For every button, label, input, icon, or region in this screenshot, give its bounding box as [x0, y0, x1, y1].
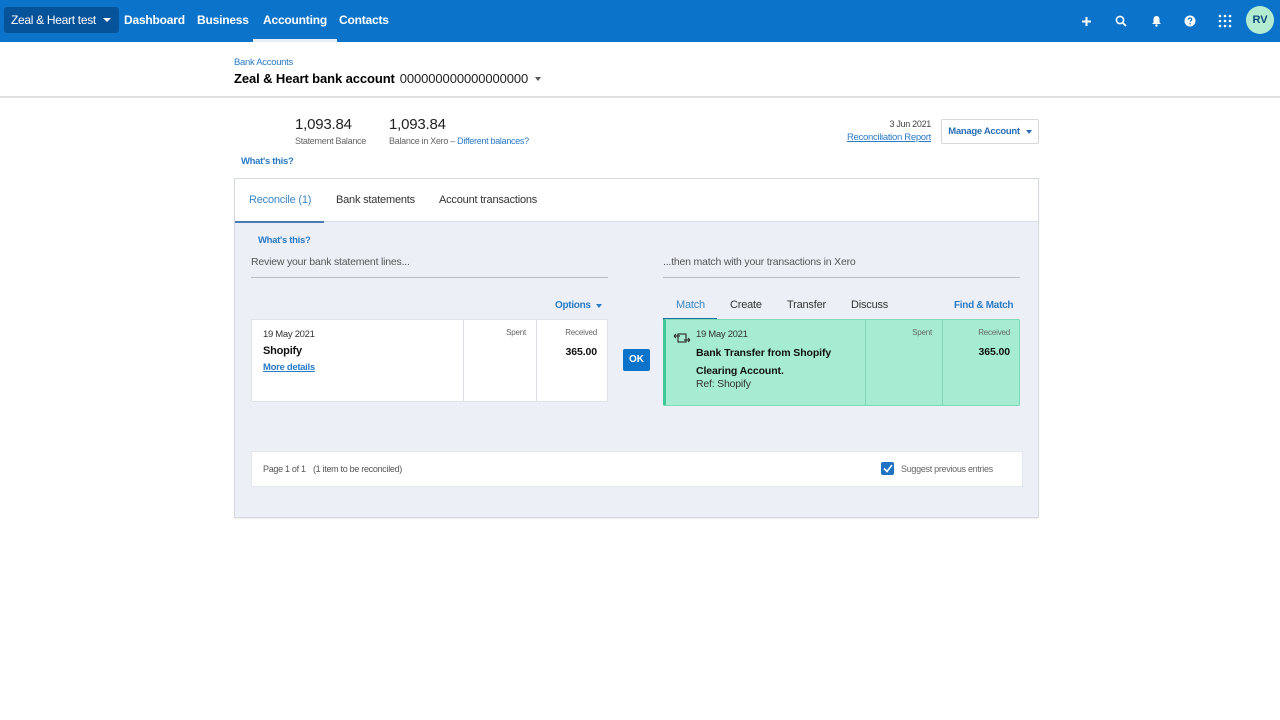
account-selector[interactable]: Zeal & Heart bank account 00000000000000… [234, 71, 542, 86]
bell-icon[interactable] [1146, 11, 1166, 31]
breadcrumb-bank-accounts[interactable]: Bank Accounts [234, 57, 293, 68]
spent-label: Spent [506, 328, 526, 337]
user-avatar[interactable]: RV [1246, 6, 1274, 34]
help-icon[interactable] [1180, 11, 1200, 31]
tab-account-transactions[interactable]: Account transactions [439, 179, 537, 222]
xero-balance-value: 1,093.84 [389, 116, 446, 133]
reconcile-panel: Reconcile (1) Bank statements Account tr… [234, 178, 1039, 518]
matched-transaction-description: Bank Transfer from Shopify Clearing Acco… [696, 347, 832, 377]
suggest-label: Suggest previous entries [901, 463, 993, 474]
matched-transaction-details: 19 May 2021 Bank Transfer from Shopify C… [666, 320, 866, 405]
statement-line-details: 19 May 2021 Shopify More details [252, 320, 464, 401]
statement-line-payee: Shopify [263, 345, 302, 357]
divider [251, 277, 608, 278]
statement-line-date: 19 May 2021 [263, 329, 315, 340]
matched-transaction-spent: Spent [866, 320, 943, 405]
checkmark-icon [882, 464, 893, 473]
received-label: Received [565, 328, 597, 337]
tab-create[interactable]: Create [730, 299, 762, 311]
divider [663, 277, 1020, 278]
xero-balance: 1,093.84 Balance in Xero – Different bal… [389, 116, 529, 146]
statement-balance-label: Statement Balance [295, 136, 366, 146]
tab-transfer[interactable]: Transfer [787, 299, 826, 311]
tab-match[interactable]: Match [676, 299, 705, 311]
matched-transaction-date: 19 May 2021 [696, 329, 748, 340]
review-heading: Review your bank statement lines... [251, 256, 410, 268]
statement-line-spent: Spent [464, 320, 537, 401]
whats-this-link[interactable]: What's this? [241, 156, 294, 167]
pagination-footer: Page 1 of 1 (1 item to be reconciled) Su… [251, 451, 1023, 487]
nav-contacts[interactable]: Contacts [339, 0, 389, 42]
top-nav-bar: Zeal & Heart test Dashboard Business Acc… [0, 0, 1280, 42]
org-switcher[interactable]: Zeal & Heart test [4, 7, 119, 33]
chevron-down-icon [1025, 129, 1032, 134]
options-label: Options [555, 300, 591, 311]
nav-dashboard[interactable]: Dashboard [124, 0, 185, 42]
find-and-match-link[interactable]: Find & Match [954, 300, 1013, 311]
search-icon[interactable] [1111, 11, 1131, 31]
matched-transaction-ref: Ref: Shopify [696, 378, 751, 390]
matched-transaction-received: Received 365.00 [943, 320, 1020, 405]
plus-icon[interactable] [1076, 11, 1096, 31]
suggest-checkbox[interactable] [881, 462, 894, 475]
different-balances-link[interactable]: Different balances? [457, 136, 529, 146]
statement-line-received: Received 365.00 [537, 320, 607, 401]
nav-business[interactable]: Business [197, 0, 249, 42]
account-name: Zeal & Heart bank account [234, 71, 395, 86]
more-details-link[interactable]: More details [263, 362, 315, 373]
apps-grid-icon[interactable] [1215, 11, 1235, 31]
manage-account-button[interactable]: Manage Account [941, 119, 1039, 144]
items-to-reconcile: (1 item to be reconciled) [312, 464, 402, 474]
account-number: 000000000000000000 [399, 71, 529, 86]
xero-balance-label-row: Balance in Xero – Different balances? [389, 136, 529, 146]
page-info: Page 1 of 1 (1 item to be reconciled) [263, 464, 402, 474]
received-value: 365.00 [978, 346, 1010, 358]
ok-button[interactable]: OK [623, 349, 650, 371]
transfer-icon [673, 333, 691, 343]
options-dropdown[interactable]: Options [555, 300, 602, 311]
chevron-down-icon [595, 303, 602, 308]
page-number: Page 1 of 1 [263, 464, 306, 474]
chevron-down-icon [535, 76, 542, 81]
xero-balance-label: Balance in Xero [389, 136, 449, 146]
account-tabs: Reconcile (1) Bank statements Account tr… [234, 179, 1038, 223]
received-label: Received [978, 328, 1010, 337]
whats-this-reconcile-link[interactable]: What's this? [258, 235, 311, 246]
tab-reconcile[interactable]: Reconcile (1) [234, 179, 325, 223]
match-heading: ...then match with your transactions in … [663, 256, 856, 268]
account-header [0, 42, 1280, 98]
statement-line-card[interactable]: 19 May 2021 Shopify More details Spent R… [251, 319, 608, 402]
tab-bank-statements[interactable]: Bank statements [336, 179, 415, 222]
reconciliation-date: 3 Jun 2021 [889, 119, 931, 129]
suggest-previous-entries[interactable]: Suggest previous entries [881, 462, 993, 475]
separator: – [448, 136, 458, 146]
statement-balance: 1,093.84 Statement Balance [295, 116, 366, 146]
reconciliation-report-link[interactable]: Reconciliation Report [847, 132, 931, 143]
matched-transaction-card[interactable]: 19 May 2021 Bank Transfer from Shopify C… [663, 319, 1020, 406]
tab-discuss[interactable]: Discuss [851, 299, 888, 311]
chevron-down-icon [102, 18, 111, 22]
statement-balance-value: 1,093.84 [295, 116, 352, 133]
received-value: 365.00 [565, 346, 597, 358]
spent-label: Spent [912, 328, 932, 337]
org-name: Zeal & Heart test [11, 13, 96, 27]
manage-account-label: Manage Account [948, 126, 1020, 137]
nav-accounting[interactable]: Accounting [253, 0, 337, 42]
